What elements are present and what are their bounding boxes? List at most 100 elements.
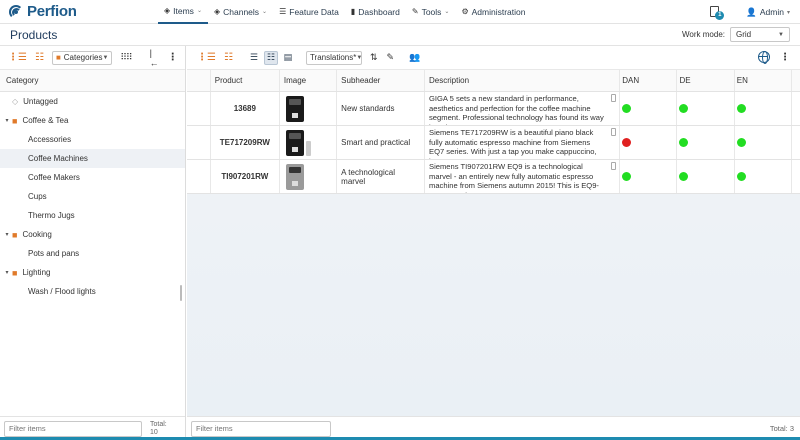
users-icon[interactable]: 👥 [409,52,420,63]
translation-status-icon [679,172,689,181]
category-column-header: Category [0,70,185,92]
cell-image[interactable] [280,126,338,159]
items-filter-input[interactable] [191,420,331,437]
categories-select[interactable]: ■ Categories ▼ [51,50,113,65]
column-header-dan[interactable]: DAN [620,70,678,91]
tree-view-icon[interactable]: ⋮☰ [8,52,27,63]
category-filter-input[interactable] [4,420,142,437]
cell-description[interactable]: Siemens TI907201RW EQ9 is a technologica… [425,160,621,193]
row-selector[interactable] [187,92,211,125]
cell-status-en[interactable] [735,160,792,193]
list-view-icon[interactable]: ☷ [224,52,233,63]
nav-item-label: Channels [223,6,260,17]
tree-item[interactable]: Accessories [0,130,185,149]
translation-status-icon [736,172,746,181]
nav-item-dashboard[interactable]: ▮ Dashboard [345,0,406,24]
perfion-logo[interactable]: Perfion [8,3,140,20]
column-header-image[interactable]: Image [280,70,338,91]
user-menu[interactable]: 👤 Admin ▾ [746,7,790,18]
cell-status-dan[interactable] [620,160,678,193]
grid-icon[interactable]: ⠿⠿ [120,52,132,63]
cell-status-de[interactable] [677,126,735,159]
cell-status-en[interactable] [735,92,792,125]
cell-status-dan[interactable] [620,126,678,159]
cube-icon: ◈ [213,7,221,16]
cell-status-en[interactable] [735,126,792,159]
rows-view-button[interactable]: ☰ [247,51,261,65]
folder-icon: ■ [12,229,18,240]
column-header-en[interactable]: EN [735,70,792,91]
nav-item-channels[interactable]: ◈ Channels ⌄ [208,0,273,24]
cell-description[interactable]: Siemens TE717209RW is a beautiful piano … [425,126,621,159]
expand-text-icon[interactable] [611,94,617,102]
chevron-down-icon: ⌄ [196,8,202,14]
column-header-product[interactable]: Product [211,70,280,91]
collapse-left-icon[interactable]: |← [150,48,159,68]
caret-down-icon[interactable]: ▾ [2,231,12,238]
cell-status-dan[interactable] [620,92,678,125]
globe-icon[interactable] [758,51,770,64]
page-header: Products Work mode: Grid ▼ [0,24,800,46]
row-selector[interactable] [187,160,211,193]
column-header-de[interactable]: DE [677,70,735,91]
cell-status-de[interactable] [677,92,735,125]
scrollbar-thumb[interactable] [180,285,182,301]
select-column-header[interactable] [187,70,211,91]
sort-icon[interactable]: ⇅ [370,52,378,63]
tree-item[interactable]: ◇ Untagged [0,92,185,111]
tree-item[interactable]: Coffee Machines [0,149,185,168]
nav-item-items[interactable]: ◈ Items ⌄ [158,0,208,24]
wrench-icon: ✎ [411,7,419,16]
tree-item[interactable]: Pots and pans [0,244,185,263]
list-view-icon[interactable]: ☷ [35,52,44,63]
tree-item[interactable]: Cups [0,187,185,206]
nav-item-administration[interactable]: ⚙ Administration [455,0,531,24]
cell-subheader[interactable]: A technological marvel [337,160,425,193]
cell-image[interactable] [280,160,338,193]
tree-item[interactable]: Wash / Flood lights [0,282,185,301]
description-text: Siemens TI907201RW EQ9 is a technologica… [429,162,599,193]
tree-item[interactable]: ▾ ■ Lighting [0,263,185,282]
detail-view-button[interactable]: ▤ [281,51,295,65]
cell-description[interactable]: GIGA 5 sets a new standard in performanc… [425,92,621,125]
expand-text-icon[interactable] [611,162,617,170]
more-options-icon[interactable]: ⋮ [780,52,790,63]
cell-subheader[interactable]: New standards [337,92,425,125]
column-header-subheader[interactable]: Subheader [337,70,425,91]
cell-product[interactable]: TI907201RW [211,160,280,193]
work-mode-select[interactable]: Grid ▼ [730,27,790,42]
compact-view-button[interactable]: ☷ [263,50,278,65]
expand-text-icon[interactable] [611,128,617,136]
tree-item[interactable]: Thermo Jugs [0,206,185,225]
folder-icon: ■ [12,267,18,278]
translations-select-value: Translations* [309,53,357,62]
tree-item[interactable]: Coffee Makers [0,168,185,187]
caret-down-icon[interactable]: ▾ [2,117,12,124]
cell-subheader[interactable]: Smart and practical [337,126,425,159]
table-row[interactable]: TI907201RW A technological marvel Siemens … [187,160,800,194]
cell-product[interactable]: TE717209RW [211,126,280,159]
more-options-icon[interactable]: ⋮ [168,52,178,63]
translations-select[interactable]: Translations* ▼ [305,50,362,65]
table-row[interactable]: 13689 New standards GIGA 5 sets a new stan… [187,92,800,126]
nav-item-tools[interactable]: ✎ Tools ⌄ [406,0,456,24]
tree-item[interactable]: ▾ ■ Coffee & Tea [0,111,185,130]
edit-icon[interactable]: ✎ [386,52,394,63]
user-icon: 👤 [746,6,757,17]
table-row[interactable]: TE717209RW Smart and practical Siemens TE7… [187,126,800,160]
description-text: GIGA 5 sets a new standard in performanc… [429,94,604,125]
tree-item-label: Coffee Machines [28,154,88,163]
cell-image[interactable] [280,92,338,125]
nav-item-label: Items [173,5,194,16]
cell-status-de[interactable] [677,160,735,193]
tree-view-icon[interactable]: ⋮☰ [197,52,216,63]
nav-item-label: Feature Data [289,6,339,17]
tree-item[interactable]: ▾ ■ Cooking [0,225,185,244]
cell-product[interactable]: 13689 [211,92,280,125]
row-selector[interactable] [187,126,211,159]
column-header-description[interactable]: Description [425,70,621,91]
column-filler [792,70,800,91]
notifications-icon[interactable]: 1 [710,5,725,20]
caret-down-icon[interactable]: ▾ [2,269,12,276]
nav-item-feature-data[interactable]: ☰ Feature Data [273,0,345,24]
